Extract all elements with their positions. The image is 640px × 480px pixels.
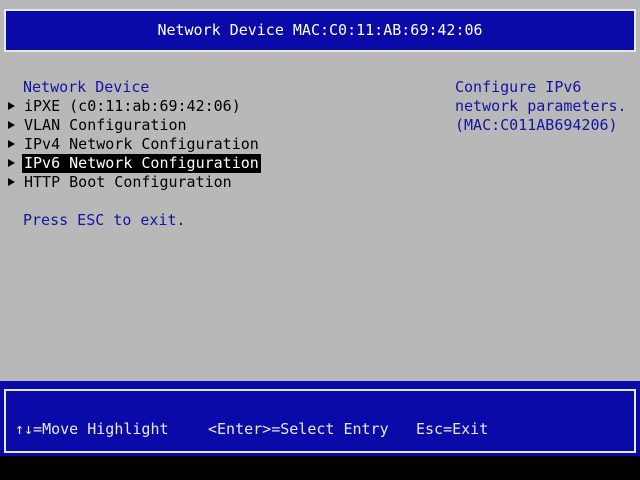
bios-screen: Network Device MAC:C0:11:AB:69:42:06 Net… xyxy=(0,0,640,480)
menu-item-label: HTTP Boot Configuration xyxy=(24,173,232,191)
help-text-line-3: (MAC:C011AB694206) xyxy=(455,116,618,134)
help-text-line-1: Configure IPv6 xyxy=(455,78,582,96)
footer-exit-hint: Esc=Exit xyxy=(416,420,489,438)
section-title: Network Device xyxy=(23,78,150,96)
header-bar: Network Device MAC:C0:11:AB:69:42:06 xyxy=(4,9,636,52)
menu-item-ipv4-network-configuration[interactable]: IPv4 Network Configuration xyxy=(8,135,259,154)
exit-hint: Press ESC to exit. xyxy=(23,211,186,229)
help-text-line-2: network parameters. xyxy=(455,97,627,115)
footer-move-hint: ↑↓=Move Highlight xyxy=(15,420,169,438)
triangle-right-icon xyxy=(8,178,15,186)
bottom-strip xyxy=(0,456,640,480)
menu-item-label: IPv6 Network Configuration xyxy=(22,154,261,173)
menu-item-vlan-configuration[interactable]: VLAN Configuration xyxy=(8,116,187,135)
menu-item-ipxe[interactable]: iPXE (c0:11:ab:69:42:06) xyxy=(8,97,241,116)
triangle-right-icon xyxy=(8,102,15,110)
menu-item-label: IPv4 Network Configuration xyxy=(24,135,259,153)
footer-select-hint: <Enter>=Select Entry xyxy=(208,420,389,438)
menu-item-label: iPXE (c0:11:ab:69:42:06) xyxy=(24,97,241,115)
menu-item-http-boot-configuration[interactable]: HTTP Boot Configuration xyxy=(8,173,232,192)
triangle-right-icon xyxy=(8,140,15,148)
triangle-right-icon xyxy=(8,159,15,167)
menu-item-ipv6-network-configuration[interactable]: IPv6 Network Configuration xyxy=(8,154,261,173)
menu-item-label: VLAN Configuration xyxy=(24,116,187,134)
page-title: Network Device MAC:C0:11:AB:69:42:06 xyxy=(157,21,483,39)
triangle-right-icon xyxy=(8,121,15,129)
